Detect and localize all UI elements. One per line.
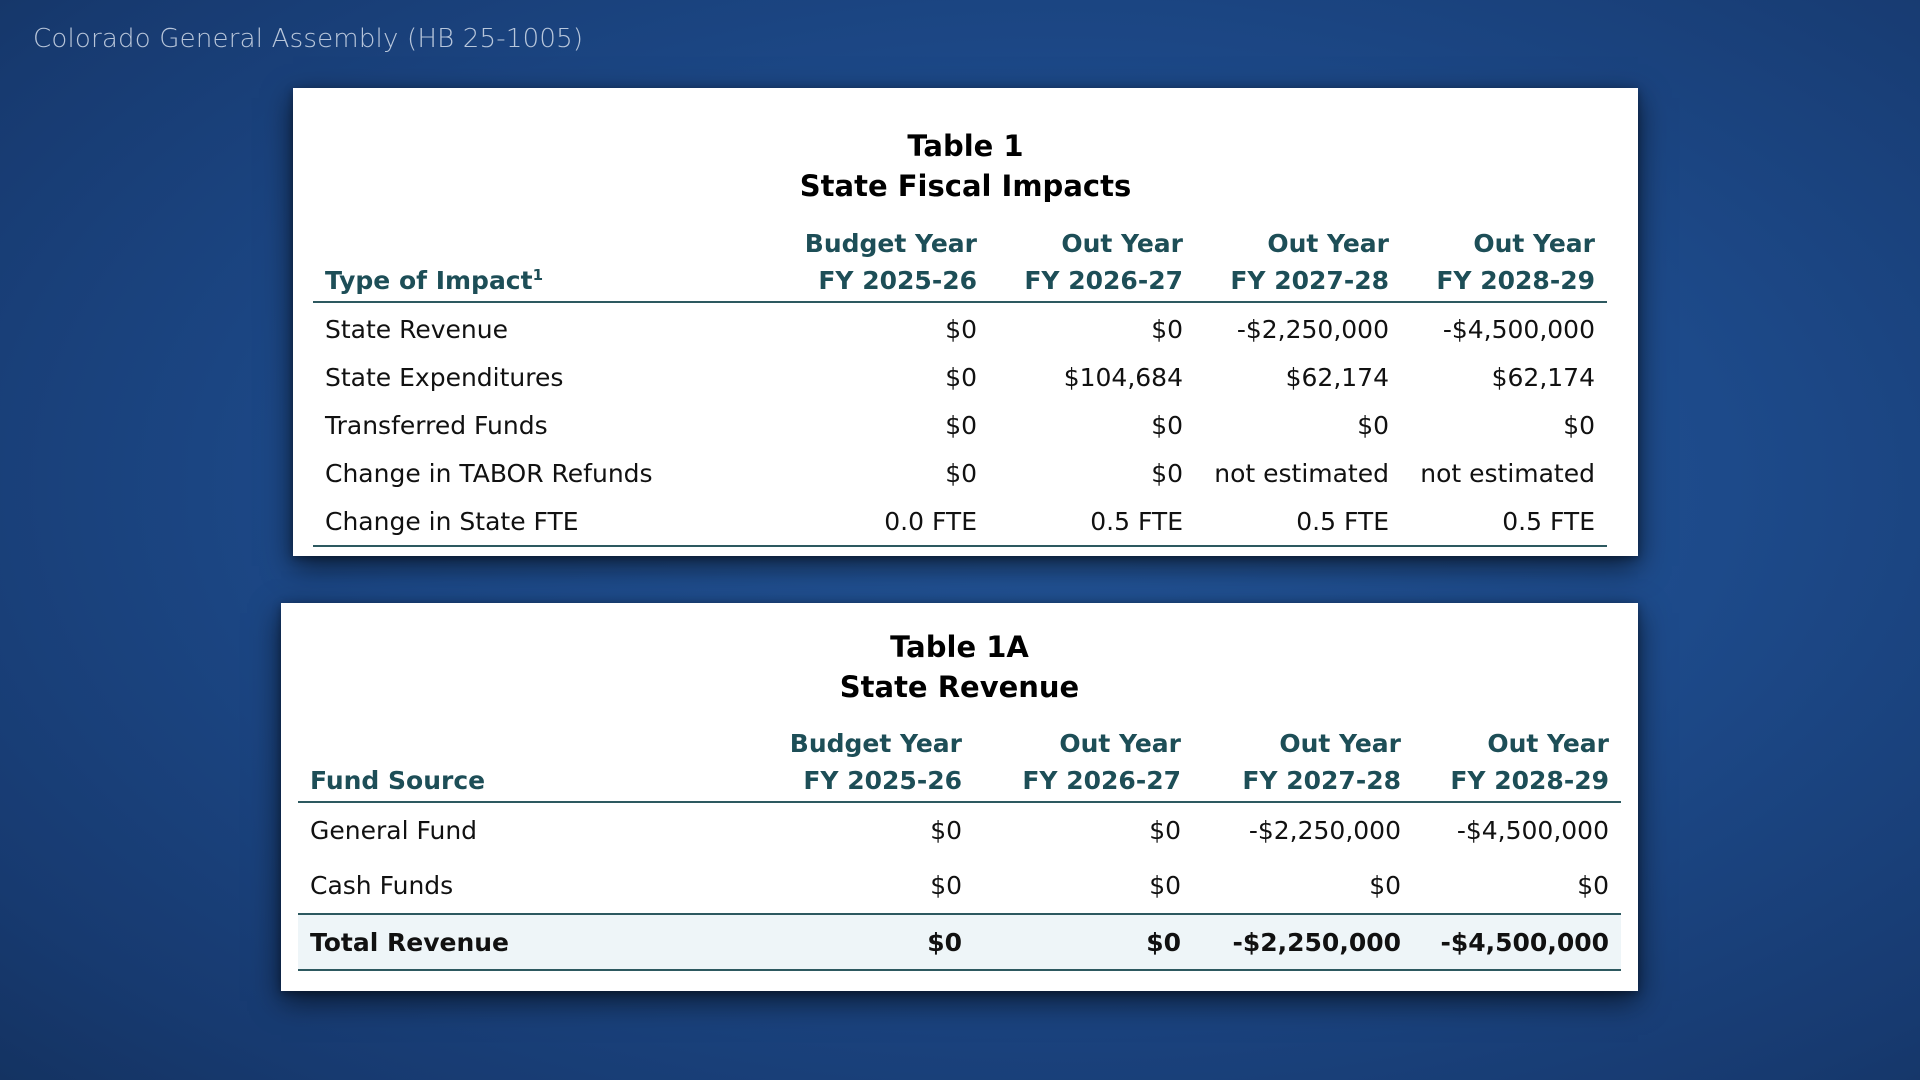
table-cell: $0 [945,410,977,440]
table1-title-line2: State Fiscal Impacts [799,169,1132,203]
table-header-row: Fund Source Budget Year FY 2025-26 Out Ye… [298,725,1621,803]
table-row-total-revenue: Total Revenue $0 $0 -$2,250,000 -$4,500,… [298,913,1621,971]
table-cell: $0 [945,362,977,392]
table-cell: -$2,250,000 [1248,816,1401,845]
row-label: State Expenditures [325,362,564,392]
table-cell: $104,684 [1063,362,1183,392]
column-header-fy2028-29: Out Year FY 2028-29 [1401,225,1607,303]
state-revenue-table: Fund Source Budget Year FY 2025-26 Out Ye… [298,725,1621,971]
table-cell: $0 [974,913,1193,971]
table-cell: $0 [1357,410,1389,440]
column-header-fy2025-26: Budget Year FY 2025-26 [773,225,989,303]
table-row-tabor-refunds: Change in TABOR Refunds $0 $0 not estima… [313,449,1607,497]
table-cell: $0 [1149,816,1181,845]
table-cell: -$4,500,000 [1456,816,1609,845]
column-header-fy2028-29: Out Year FY 2028-29 [1413,725,1621,803]
table-cell: $62,174 [1285,362,1389,392]
table-cell: 0.5 FTE [989,497,1195,547]
row-label: Transferred Funds [325,410,548,440]
column-header-fy2026-27: Out Year FY 2026-27 [989,225,1195,303]
column-header-type-of-impact: Type of Impact1 [313,225,773,303]
table-cell: -$4,500,000 [1413,913,1621,971]
table1-title-line1: Table 1 [907,129,1024,163]
table-cell: $0 [1149,871,1181,900]
row-label: Change in TABOR Refunds [325,458,653,488]
table1-title: Table 1 State Fiscal Impacts [293,126,1638,206]
footnote-marker: 1 [532,266,544,284]
table-row-general-fund: General Fund $0 $0 -$2,250,000 -$4,500,0… [298,802,1621,858]
row-label: Cash Funds [310,871,454,900]
table-cell: $0 [930,871,962,900]
table1-panel: Table 1 State Fiscal Impacts Type of Imp… [293,88,1638,556]
table-row-cash-funds: Cash Funds $0 $0 $0 $0 [298,858,1621,914]
table-cell: $0 [1151,458,1183,488]
row-label: Change in State FTE [313,497,773,547]
column-header-fy2026-27: Out Year FY 2026-27 [974,725,1193,803]
table1a-panel: Table 1A State Revenue Fund Source Budge… [281,603,1638,991]
table-row-state-revenue: State Revenue $0 $0 -$2,250,000 -$4,500,… [313,302,1607,353]
column-header-fy2027-28: Out Year FY 2027-28 [1195,225,1401,303]
table-cell: $0 [945,314,977,344]
source-label: Colorado General Assembly (HB 25-1005) [33,24,584,54]
table1a-title-line1: Table 1A [890,630,1029,664]
row-label: Total Revenue [298,913,758,971]
table-cell: not estimated [1420,458,1595,488]
table-row-transferred-funds: Transferred Funds $0 $0 $0 $0 [313,401,1607,449]
column-header-fund-source: Fund Source [298,725,758,803]
table-cell: $0 [1577,871,1609,900]
table-cell: $0 [930,816,962,845]
table-cell: -$4,500,000 [1442,314,1595,344]
table-cell: -$2,250,000 [1193,913,1413,971]
table1a-title: Table 1A State Revenue [281,627,1638,707]
table-cell: $0 [945,458,977,488]
row-label: General Fund [310,816,478,845]
table-cell: 0.5 FTE [1401,497,1607,547]
state-fiscal-impacts-table: Type of Impact1 Budget Year FY 2025-26 Ou… [313,225,1607,547]
column-header-fy2027-28: Out Year FY 2027-28 [1193,725,1413,803]
table-cell: $0 [758,913,974,971]
table-row-state-fte: Change in State FTE 0.0 FTE 0.5 FTE 0.5 … [313,497,1607,547]
table-cell: $0 [1369,871,1401,900]
table-row-state-expenditures: State Expenditures $0 $104,684 $62,174 $… [313,353,1607,401]
table1a-title-line2: State Revenue [839,670,1080,704]
table-cell: 0.5 FTE [1195,497,1401,547]
table-cell: 0.0 FTE [773,497,989,547]
table-cell: $0 [1151,314,1183,344]
column-header-fy2025-26: Budget Year FY 2025-26 [758,725,974,803]
table-cell: $0 [1151,410,1183,440]
table-cell: $62,174 [1491,362,1595,392]
table-cell: -$2,250,000 [1236,314,1389,344]
table-cell: not estimated [1214,458,1389,488]
table-header-row: Type of Impact1 Budget Year FY 2025-26 Ou… [313,225,1607,303]
row-label: State Revenue [325,314,508,344]
table-cell: $0 [1563,410,1595,440]
